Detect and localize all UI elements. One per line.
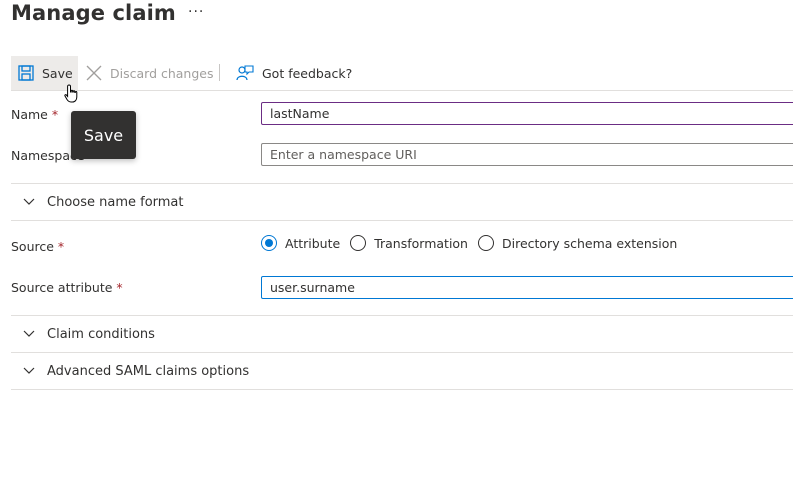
source-option-directory-schema-extension[interactable]: Directory schema extension	[477, 235, 677, 251]
required-mark: *	[116, 280, 123, 295]
advanced-saml-options-toggle[interactable]: Advanced SAML claims options	[11, 361, 249, 381]
section-divider	[11, 183, 793, 184]
radio-unchecked-icon	[350, 235, 367, 251]
chevron-down-icon	[23, 367, 35, 374]
source-option-attribute[interactable]: Attribute	[261, 235, 340, 251]
advanced-saml-options-label: Advanced SAML claims options	[47, 363, 250, 379]
radio-checked-icon	[261, 235, 277, 251]
save-button-label: Save	[42, 65, 73, 81]
save-tooltip: Save	[71, 111, 136, 159]
source-option-transformation[interactable]: Transformation	[350, 235, 468, 251]
feedback-label: Got feedback?	[262, 65, 353, 81]
source-attribute-input[interactable]	[261, 276, 793, 299]
name-label: Name *	[11, 107, 59, 122]
radio-unchecked-icon	[477, 235, 494, 251]
hand-cursor-icon	[64, 84, 78, 103]
close-icon	[86, 65, 102, 81]
feedback-icon	[236, 65, 254, 81]
claim-conditions-label: Claim conditions	[47, 326, 155, 342]
namespace-input[interactable]	[261, 143, 793, 166]
save-icon	[18, 65, 34, 81]
section-divider	[11, 315, 793, 316]
chevron-down-icon	[23, 198, 35, 205]
required-mark: *	[51, 107, 59, 122]
discard-changes-label: Discard changes	[110, 65, 214, 81]
name-input[interactable]	[261, 102, 793, 125]
more-options-button[interactable]: ···	[188, 4, 204, 20]
toolbar-divider-line	[11, 90, 793, 91]
required-mark: *	[57, 239, 65, 254]
source-radio-group: Attribute Transformation Directory schem…	[261, 233, 687, 253]
source-attribute-label: Source attribute *	[11, 280, 123, 295]
feedback-button[interactable]: Got feedback?	[234, 56, 352, 90]
choose-name-format-label: Choose name format	[47, 194, 184, 210]
source-label: Source *	[11, 239, 65, 254]
chevron-down-icon	[23, 330, 35, 337]
claim-conditions-toggle[interactable]: Claim conditions	[11, 324, 155, 344]
discard-changes-button[interactable]: Discard changes	[84, 56, 214, 90]
choose-name-format-toggle[interactable]: Choose name format	[11, 192, 184, 212]
section-divider	[11, 389, 793, 390]
page-title: Manage claim	[11, 1, 176, 25]
toolbar-divider	[219, 64, 220, 81]
section-divider	[11, 220, 793, 221]
section-divider	[11, 352, 793, 353]
